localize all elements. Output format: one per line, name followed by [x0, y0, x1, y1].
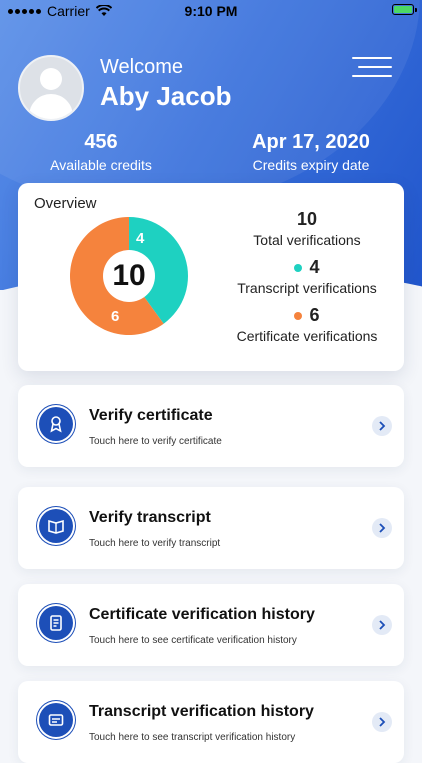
action-title: Verify transcript [89, 509, 211, 526]
total-verifications-value: 10 [296, 209, 318, 229]
action-title: Certificate verification history [89, 606, 315, 623]
chevron-right-icon[interactable] [372, 416, 392, 436]
menu-icon[interactable] [352, 57, 392, 79]
donut-certificate-label: 6 [111, 308, 120, 325]
verify-transcript-card[interactable]: Verify transcript Touch here to verify t… [18, 487, 404, 569]
action-subtitle: Touch here to verify transcript [89, 538, 221, 549]
available-credits: 456 Available credits [30, 131, 172, 173]
action-subtitle: Touch here to verify certificate [89, 436, 222, 447]
expiry-value: Apr 17, 2020 [252, 131, 370, 153]
action-subtitle: Touch here to see transcript verificatio… [89, 732, 296, 743]
chevron-right-icon[interactable] [372, 712, 392, 732]
action-title: Transcript verification history [89, 703, 314, 720]
transcript-icon [39, 509, 73, 543]
transcript-history-icon [39, 703, 73, 737]
certificate-verifications-value: 6 [309, 305, 320, 325]
credits-label: Available credits [50, 157, 152, 173]
battery-icon [392, 4, 417, 15]
action-subtitle: Touch here to see certificate verificati… [89, 635, 297, 646]
transcript-verifications-label: Transcript verifications [237, 280, 377, 296]
chevron-right-icon[interactable] [372, 518, 392, 538]
certificate-legend-dot [294, 311, 303, 320]
transcript-history-card[interactable]: Transcript verification history Touch he… [18, 681, 404, 763]
chevron-right-icon[interactable] [372, 615, 392, 635]
verify-certificate-card[interactable]: Verify certificate Touch here to verify … [18, 385, 404, 467]
overview-title: Overview [34, 195, 97, 212]
transcript-verifications-value: 4 [309, 257, 320, 277]
transcript-legend-dot [294, 263, 303, 272]
overview-card: Overview 10 4 6 10 Total verifications 4… [18, 183, 404, 371]
user-name: Aby Jacob [100, 81, 232, 111]
donut-transcript-label: 4 [136, 230, 145, 247]
avatar[interactable] [18, 55, 84, 121]
certificate-history-icon [39, 606, 73, 640]
expiry-label: Credits expiry date [252, 157, 370, 173]
welcome-label: Welcome [100, 56, 183, 78]
certificate-history-card[interactable]: Certificate verification history Touch h… [18, 584, 404, 666]
status-time: 9:10 PM [184, 3, 238, 19]
status-bar: Carrier 9:10 PM [0, 0, 422, 22]
total-verifications-label: Total verifications [253, 232, 361, 248]
overview-stats: 10 Total verifications 4 Transcript veri… [222, 209, 392, 353]
action-title: Verify certificate [89, 407, 213, 424]
credits-value: 456 [84, 131, 118, 153]
certificate-verifications-label: Certificate verifications [236, 328, 378, 344]
donut-center-total: 10 [112, 259, 146, 292]
certificate-icon [39, 407, 73, 441]
credits-expiry: Apr 17, 2020 Credits expiry date [236, 131, 386, 173]
